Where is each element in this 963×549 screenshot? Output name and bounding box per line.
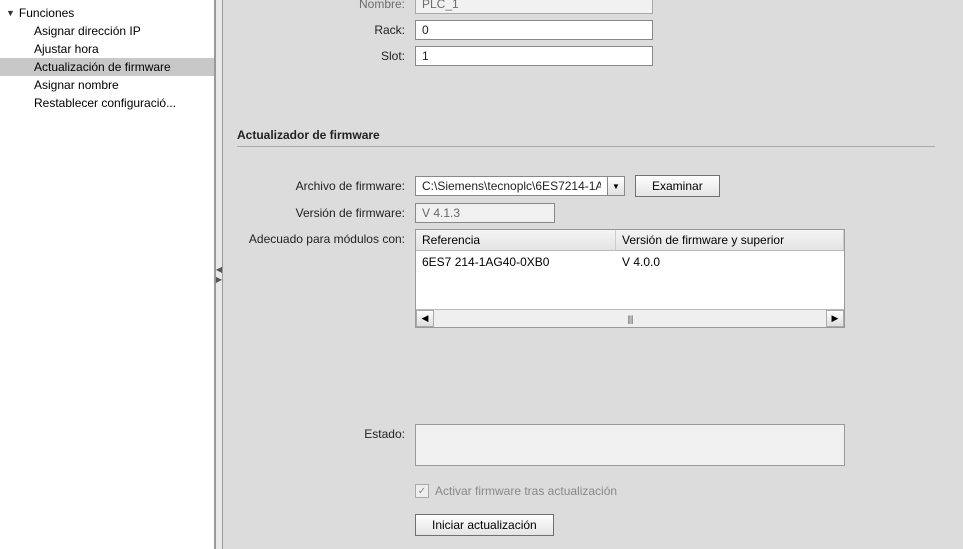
label-estado: Estado: bbox=[237, 424, 415, 441]
label-modules: Adecuado para módulos con: bbox=[237, 229, 415, 246]
sidebar-item-1[interactable]: Ajustar hora bbox=[0, 40, 214, 58]
table-row[interactable]: 6ES7 214-1AG40-0XB0V 4.0.0 bbox=[416, 251, 844, 273]
rack-field[interactable] bbox=[415, 20, 653, 40]
col-version[interactable]: Versión de firmware y superior bbox=[616, 230, 844, 250]
splitter[interactable]: ◀ ▶ bbox=[215, 0, 223, 549]
chevron-down-icon: ▼ bbox=[6, 8, 15, 18]
col-referencia[interactable]: Referencia bbox=[416, 230, 616, 250]
sidebar-item-0[interactable]: Asignar dirección IP bbox=[0, 22, 214, 40]
tree-parent-label: Funciones bbox=[19, 6, 74, 20]
content-pane: Nombre: Rack: Slot: Actualizador de firm… bbox=[223, 0, 963, 549]
tree-node-funciones[interactable]: ▼ Funciones bbox=[0, 4, 214, 22]
nav-tree: ▼ Funciones Asignar dirección IPAjustar … bbox=[0, 0, 214, 116]
nombre-field[interactable] bbox=[415, 0, 653, 14]
sidebar-item-3[interactable]: Asignar nombre bbox=[0, 76, 214, 94]
browse-button[interactable]: Examinar bbox=[635, 175, 720, 197]
activate-checkbox[interactable]: ✓ bbox=[415, 484, 429, 498]
sidebar-item-4[interactable]: Restablecer configuració... bbox=[0, 94, 214, 112]
label-slot: Slot: bbox=[237, 49, 415, 63]
sidebar: ▼ Funciones Asignar dirección IPAjustar … bbox=[0, 0, 215, 549]
label-nombre: Nombre: bbox=[237, 0, 415, 11]
fw-file-dropdown[interactable]: ▼ bbox=[415, 176, 625, 196]
scroll-left-button[interactable]: ◀ bbox=[416, 310, 434, 327]
activate-checkbox-row: ✓ Activar firmware tras actualización bbox=[415, 484, 617, 498]
label-rack: Rack: bbox=[237, 23, 415, 37]
sidebar-item-2[interactable]: Actualización de firmware bbox=[0, 58, 214, 76]
chevron-left-icon: ◀ bbox=[216, 266, 222, 274]
cell-ref: 6ES7 214-1AG40-0XB0 bbox=[416, 253, 616, 271]
section-title: Actualizador de firmware bbox=[237, 120, 935, 147]
label-fw-file: Archivo de firmware: bbox=[237, 179, 415, 193]
status-box bbox=[415, 424, 845, 466]
fw-file-field[interactable] bbox=[415, 176, 607, 196]
modules-table: Referencia Versión de firmware y superio… bbox=[415, 229, 845, 328]
scroll-right-button[interactable]: ▶ bbox=[826, 310, 844, 327]
scroll-track[interactable]: |||| bbox=[434, 310, 826, 327]
slot-field[interactable] bbox=[415, 46, 653, 66]
activate-checkbox-label: Activar firmware tras actualización bbox=[435, 484, 617, 498]
chevron-down-icon[interactable]: ▼ bbox=[607, 176, 625, 196]
table-header: Referencia Versión de firmware y superio… bbox=[416, 230, 844, 251]
start-update-button[interactable]: Iniciar actualización bbox=[415, 514, 554, 536]
cell-ver: V 4.0.0 bbox=[616, 253, 844, 271]
label-fw-version: Versión de firmware: bbox=[237, 206, 415, 220]
chevron-right-icon: ▶ bbox=[216, 276, 222, 284]
h-scrollbar[interactable]: ◀ |||| ▶ bbox=[416, 309, 844, 327]
fw-version-field bbox=[415, 203, 555, 223]
